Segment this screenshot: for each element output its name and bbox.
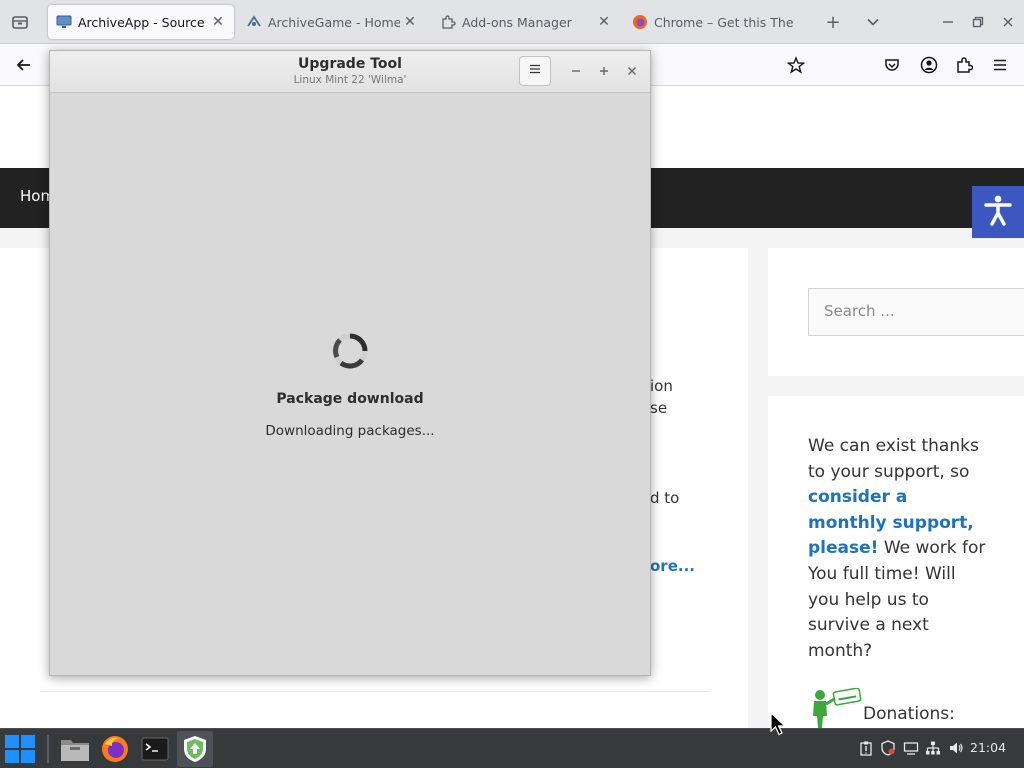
loading-spinner-icon — [331, 332, 369, 370]
tab-title: ArchiveApp - Source of — [78, 14, 208, 30]
puzzle-icon — [440, 14, 456, 30]
dialog-menu-button[interactable] — [519, 56, 551, 86]
browser-tab-bar: ArchiveApp - Source of ✕ ArchiveGame - H… — [0, 0, 1024, 44]
tab-list-chevron-icon[interactable] — [861, 10, 885, 34]
support-message: We can exist thanks to your support, so … — [808, 434, 988, 664]
support-text-intro: We can exist thanks to your support, so — [808, 436, 979, 482]
network-tray-icon[interactable] — [923, 738, 943, 758]
dialog-minimize-icon[interactable] — [566, 61, 586, 81]
tab-close-icon[interactable]: ✕ — [594, 12, 614, 32]
taskbar: 21:04 — [0, 728, 1024, 768]
file-manager-icon[interactable] — [57, 731, 93, 767]
dialog-title: Upgrade Tool — [298, 56, 402, 72]
dialog-subtitle: Linux Mint 22 'Wilma' — [293, 74, 407, 86]
clipboard-tray-icon[interactable] — [856, 738, 876, 758]
account-icon[interactable] — [917, 53, 941, 77]
mouse-cursor-icon — [770, 711, 788, 736]
accessibility-person-icon — [981, 193, 1015, 231]
search-input[interactable]: Search ... — [808, 288, 1024, 336]
upgrade-tool-taskbar-icon[interactable] — [177, 731, 213, 767]
status-heading: Package download — [276, 391, 424, 407]
upgrade-tool-window: Upgrade Tool Linux Mint 22 'Wilma' Packa… — [49, 50, 651, 676]
tab-overview-icon[interactable] — [8, 10, 32, 34]
tab-close-icon[interactable]: ✕ — [400, 12, 420, 32]
hamburger-menu-icon[interactable] — [988, 53, 1012, 77]
back-arrow-icon[interactable] — [12, 53, 36, 77]
tab-archivegame[interactable]: ArchiveGame - Home ✕ — [238, 5, 426, 39]
tab-close-icon[interactable]: ✕ — [208, 12, 228, 32]
donations-label: Donations: — [863, 704, 955, 724]
restore-window-icon[interactable] — [966, 10, 990, 34]
display-tray-icon[interactable] — [901, 738, 921, 758]
minimize-window-icon[interactable] — [936, 10, 960, 34]
dialog-titlebar[interactable]: Upgrade Tool Linux Mint 22 'Wilma' — [50, 51, 650, 93]
tab-addons-manager[interactable]: Add-ons Manager ✕ — [432, 5, 620, 39]
article-text-fragment: ion — [650, 377, 673, 395]
monitor-icon — [56, 14, 72, 30]
dialog-close-icon[interactable] — [622, 61, 642, 81]
globe-icon — [246, 14, 262, 30]
clock[interactable]: 21:04 — [970, 740, 1006, 755]
status-message: Downloading packages... — [265, 423, 435, 439]
volume-tray-icon[interactable] — [946, 738, 966, 758]
article-text-fragment: d to — [650, 489, 680, 507]
start-menu-windows-icon[interactable] — [2, 731, 38, 767]
search-placeholder: Search ... — [824, 302, 895, 320]
update-shield-tray-icon[interactable] — [878, 738, 898, 758]
firefox-browser-icon[interactable] — [97, 731, 133, 767]
extensions-puzzle-icon[interactable] — [952, 53, 976, 77]
read-more-link[interactable]: ore... — [650, 557, 695, 575]
menu-lines-icon — [529, 63, 541, 79]
tab-title: ArchiveGame - Home — [268, 14, 400, 30]
tab-title: Add-ons Manager — [462, 14, 572, 30]
sidebar-support-card: We can exist thanks to your support, so … — [768, 396, 1024, 728]
terminal-icon[interactable] — [137, 731, 173, 767]
pocket-icon[interactable] — [880, 53, 904, 77]
firefox-icon — [632, 14, 648, 30]
tab-chrome-theme[interactable]: Chrome – Get this The — [624, 5, 814, 39]
tab-archiveapp[interactable]: ArchiveApp - Source of ✕ — [48, 5, 234, 39]
new-tab-button[interactable]: + — [821, 10, 845, 34]
bookmark-star-icon[interactable] — [784, 53, 808, 77]
dialog-maximize-icon[interactable] — [594, 61, 614, 81]
content-divider — [40, 691, 710, 692]
close-window-icon[interactable] — [996, 10, 1020, 34]
desktop-screen: ArchiveApp - Source of ✕ ArchiveGame - H… — [0, 0, 1024, 768]
article-text-fragment: se — [650, 399, 668, 417]
tab-title: Chrome – Get this The — [654, 14, 794, 30]
donation-figure-icon — [806, 687, 862, 728]
sidebar-search-card: Search ... — [768, 248, 1024, 376]
taskbar-separator — [47, 735, 49, 763]
accessibility-button[interactable] — [972, 186, 1024, 238]
